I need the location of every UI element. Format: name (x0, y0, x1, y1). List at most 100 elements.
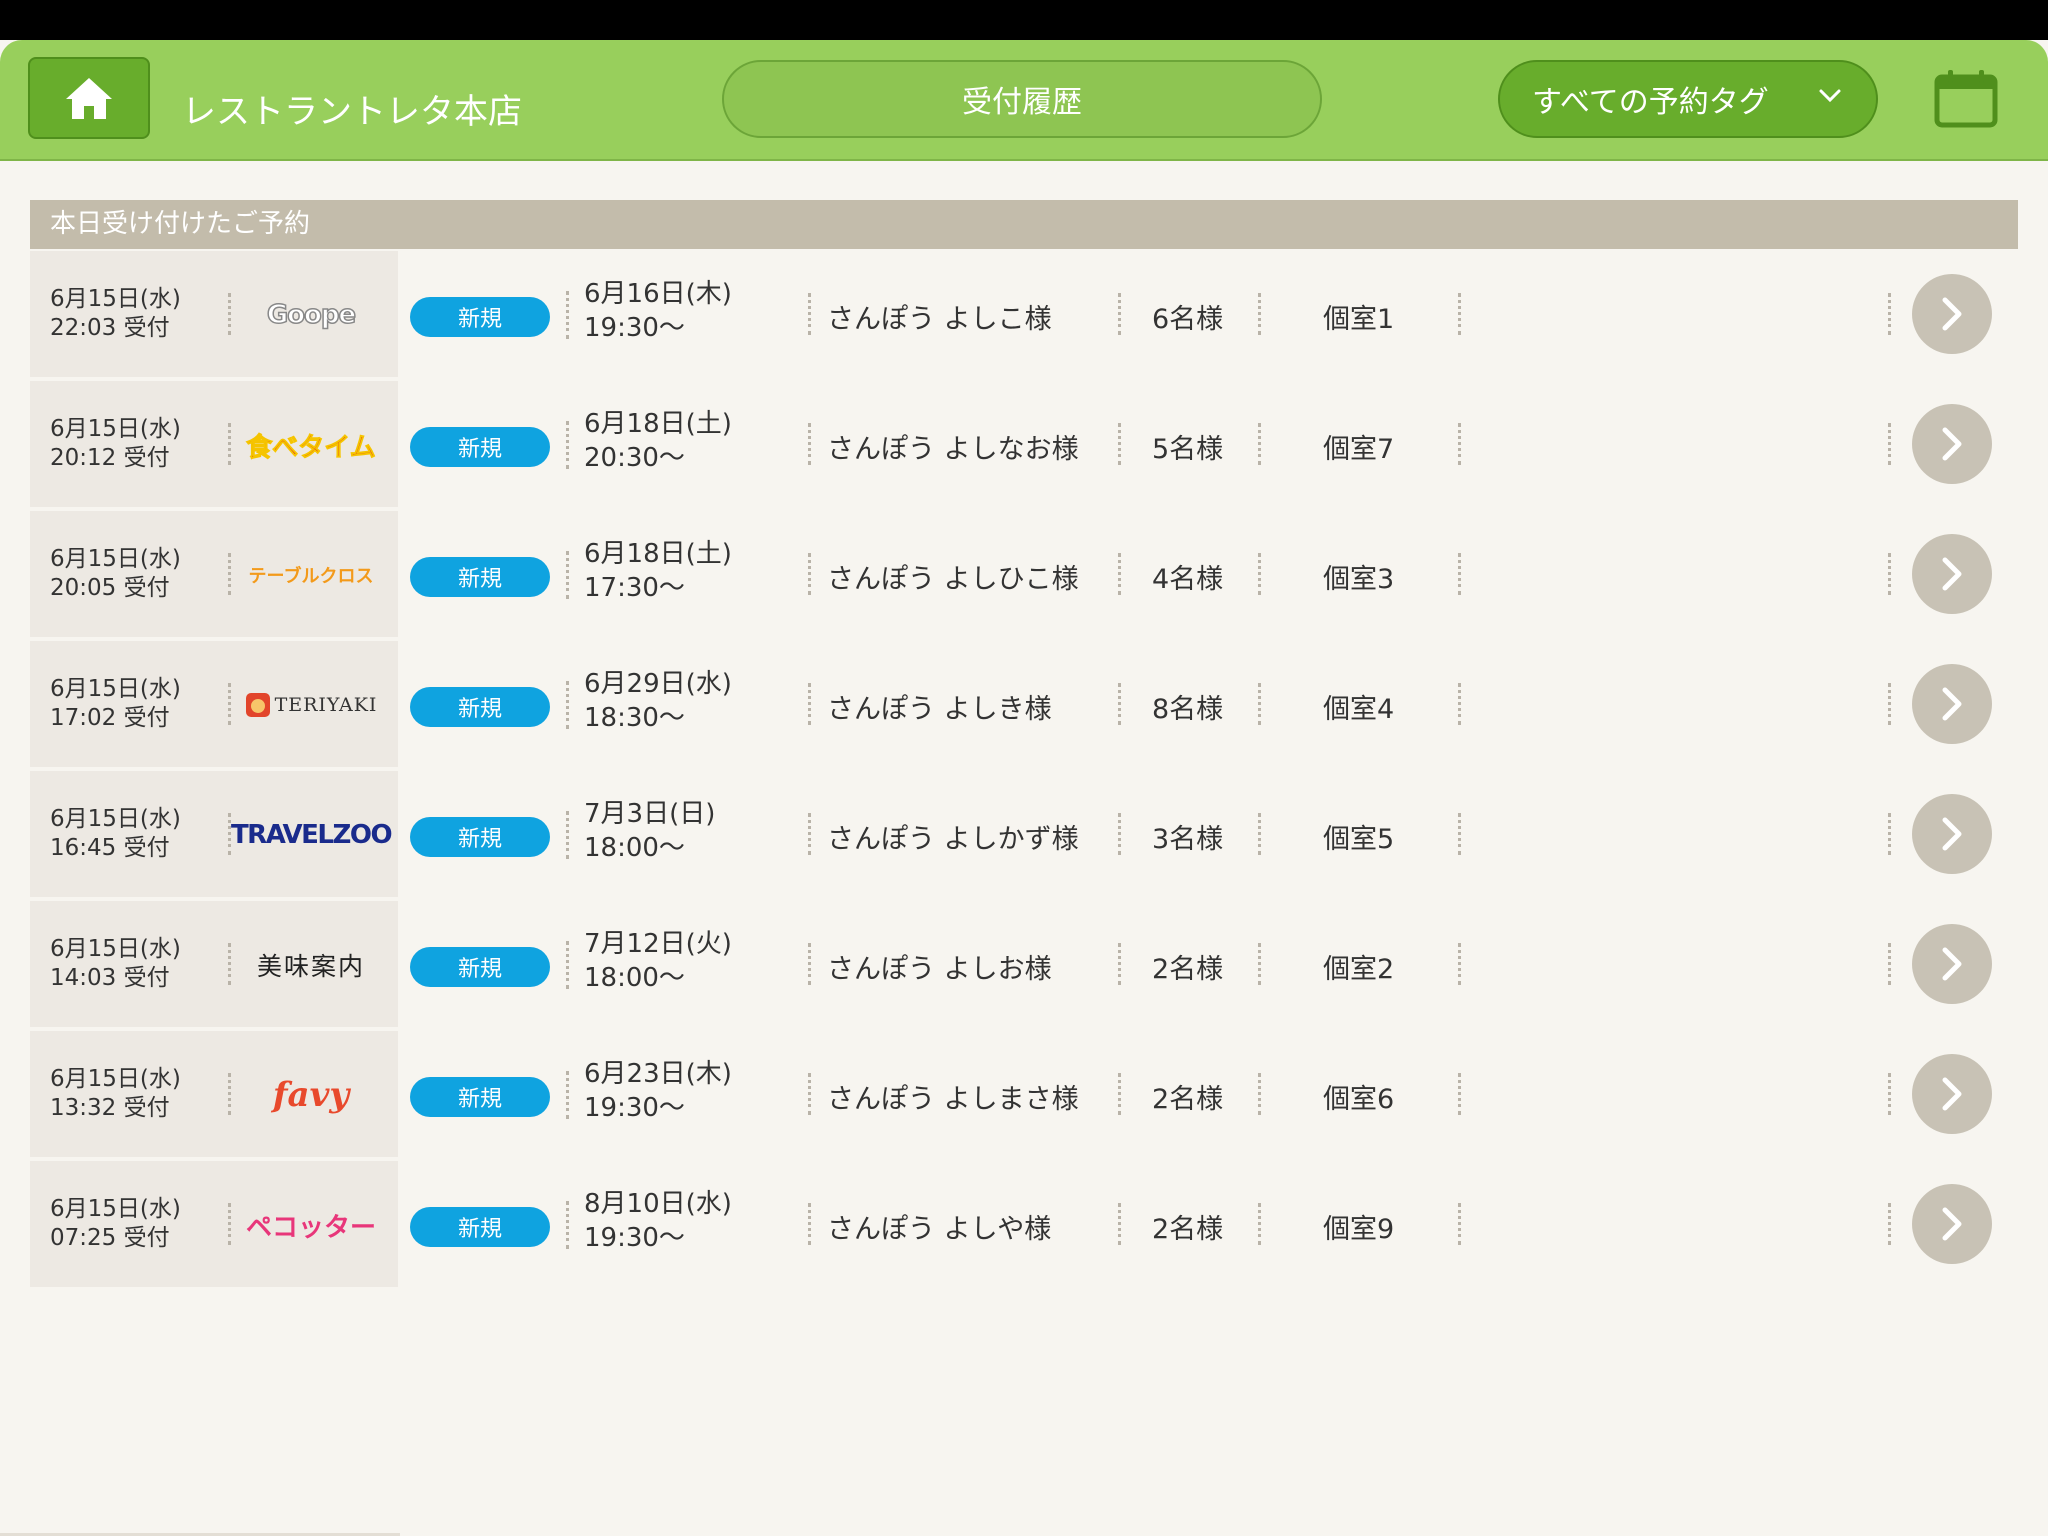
divider (1888, 1073, 1891, 1115)
divider (228, 1203, 231, 1245)
customer-name: さんぽう よしお様 (827, 954, 1052, 985)
party-size: 5名様 (1152, 434, 1224, 465)
received-date: 6月15日(水) (50, 1066, 181, 1092)
divider (1458, 683, 1461, 725)
new-badge: 新規 (410, 1207, 550, 1247)
detail-button[interactable] (1912, 1184, 1992, 1264)
received-time: 14:03 受付 (50, 965, 170, 991)
source-logo-bimi-annai: 美味案内 (256, 952, 365, 981)
room-name: 個室1 (1323, 304, 1395, 335)
divider (566, 291, 569, 339)
visit-info: 7月12日(火) 18:00〜 (584, 927, 732, 995)
source-logo-pecotter: ペコッター (245, 1212, 376, 1243)
reservation-row[interactable]: 6月15日(水) 20:12 受付 食べタイム 新規 6月18日(土) 20:3… (30, 381, 2018, 511)
chevron-right-icon (1942, 557, 1962, 591)
status-bar (0, 0, 2048, 40)
source-logo-teriyaki: TERIYAKI (236, 677, 386, 733)
customer-name: さんぽう よしまさ様 (827, 1084, 1079, 1115)
divider (228, 943, 231, 985)
chevron-down-icon (1819, 89, 1841, 103)
customer-name: さんぽう よしかず様 (827, 824, 1079, 855)
received-cell: 6月15日(水) 22:03 受付 Goope (30, 251, 398, 377)
received-time: 16:45 受付 (50, 835, 170, 861)
divider (1118, 1203, 1121, 1245)
divider (808, 293, 811, 335)
new-badge: 新規 (410, 817, 550, 857)
divider (228, 293, 231, 335)
section-header: 本日受け付けたご予約 (30, 200, 2018, 249)
tag-filter-select[interactable]: すべての予約タグ (1498, 60, 1878, 138)
visit-date: 6月29日(水) (584, 669, 732, 699)
party-size: 2名様 (1152, 1084, 1224, 1115)
received-info: 6月15日(水) 17:02 受付 (50, 675, 181, 733)
divider (566, 421, 569, 469)
visit-info: 6月18日(土) 20:30〜 (584, 407, 732, 475)
reservation-row[interactable]: 6月15日(水) 22:03 受付 Goope 新規 6月16日(木) 19:3… (30, 251, 2018, 381)
divider (228, 683, 231, 725)
shop-name: レストラントレタ本店 (182, 92, 522, 132)
divider (808, 1073, 811, 1115)
party-size: 2名様 (1152, 954, 1224, 985)
visit-info: 6月29日(水) 18:30〜 (584, 667, 732, 735)
received-date: 6月15日(水) (50, 806, 181, 832)
detail-button[interactable] (1912, 924, 1992, 1004)
received-date: 6月15日(水) (50, 676, 181, 702)
detail-button[interactable] (1912, 1054, 1992, 1134)
divider (1458, 1203, 1461, 1245)
visit-date: 8月10日(水) (584, 1189, 732, 1219)
reservation-row[interactable]: 6月15日(水) 17:02 受付 TERIYAKI 新規 6月29日(水) 1… (30, 641, 2018, 771)
visit-time: 18:00〜 (584, 833, 685, 863)
detail-button[interactable] (1912, 794, 1992, 874)
customer-name: さんぽう よしや様 (827, 1214, 1052, 1245)
received-cell: 6月15日(水) 20:12 受付 食べタイム (30, 381, 398, 507)
visit-date: 6月16日(木) (584, 279, 732, 309)
reservation-list: 6月15日(水) 22:03 受付 Goope 新規 6月16日(木) 19:3… (30, 251, 2018, 1291)
received-info: 6月15日(水) 20:12 受付 (50, 415, 181, 473)
reservation-row[interactable]: 6月15日(水) 20:05 受付 テーブルクロス 新規 6月18日(土) 17… (30, 511, 2018, 641)
reservation-row[interactable]: 6月15日(水) 16:45 受付 TRAVELZOO 新規 7月3日(日) 1… (30, 771, 2018, 901)
divider (1258, 293, 1261, 335)
detail-button[interactable] (1912, 404, 1992, 484)
divider (1458, 943, 1461, 985)
visit-time: 20:30〜 (584, 443, 685, 473)
room-name: 個室9 (1323, 1214, 1395, 1245)
source-logo-tablecross: テーブルクロス (248, 566, 374, 587)
new-badge: 新規 (410, 1077, 550, 1117)
customer-name: さんぽう よしひこ様 (827, 564, 1079, 595)
source-logo-tabetime: 食べタイム (246, 432, 376, 463)
received-cell: 6月15日(水) 14:03 受付 美味案内 (30, 901, 398, 1027)
divider (1258, 1203, 1261, 1245)
detail-button[interactable] (1912, 664, 1992, 744)
divider (566, 1071, 569, 1119)
calendar-icon[interactable] (1934, 68, 1998, 128)
home-icon (66, 78, 112, 119)
detail-button[interactable] (1912, 534, 1992, 614)
divider (1258, 553, 1261, 595)
history-button[interactable]: 受付履歴 (722, 60, 1322, 138)
reservation-row[interactable]: 6月15日(水) 13:32 受付 favy 新規 6月23日(木) 19:30… (30, 1031, 2018, 1161)
received-cell: 6月15日(水) 07:25 受付 ペコッター (30, 1161, 398, 1287)
customer-name: さんぽう よしなお様 (827, 434, 1079, 465)
received-cell: 6月15日(水) 16:45 受付 TRAVELZOO (30, 771, 398, 897)
home-button[interactable] (28, 57, 150, 139)
reservation-row[interactable]: 6月15日(水) 14:03 受付 美味案内 新規 7月12日(火) 18:00… (30, 901, 2018, 1031)
visit-date: 6月23日(木) (584, 1059, 732, 1089)
tag-filter-label: すべての予約タグ (1532, 85, 1769, 120)
reservation-row[interactable]: 6月15日(水) 07:25 受付 ペコッター 新規 8月10日(水) 19:3… (30, 1161, 2018, 1291)
party-size: 3名様 (1152, 824, 1224, 855)
received-time: 20:05 受付 (50, 575, 170, 601)
divider (1458, 1073, 1461, 1115)
divider (808, 1203, 811, 1245)
divider (1118, 813, 1121, 855)
received-cell: 6月15日(水) 20:05 受付 テーブルクロス (30, 511, 398, 637)
party-size: 4名様 (1152, 564, 1224, 595)
room-name: 個室7 (1323, 434, 1395, 465)
received-date: 6月15日(水) (50, 1196, 181, 1222)
received-time: 07:25 受付 (50, 1225, 170, 1251)
divider (1888, 423, 1891, 465)
new-badge: 新規 (410, 557, 550, 597)
detail-button[interactable] (1912, 274, 1992, 354)
divider (808, 813, 811, 855)
divider (228, 423, 231, 465)
divider (1258, 943, 1261, 985)
